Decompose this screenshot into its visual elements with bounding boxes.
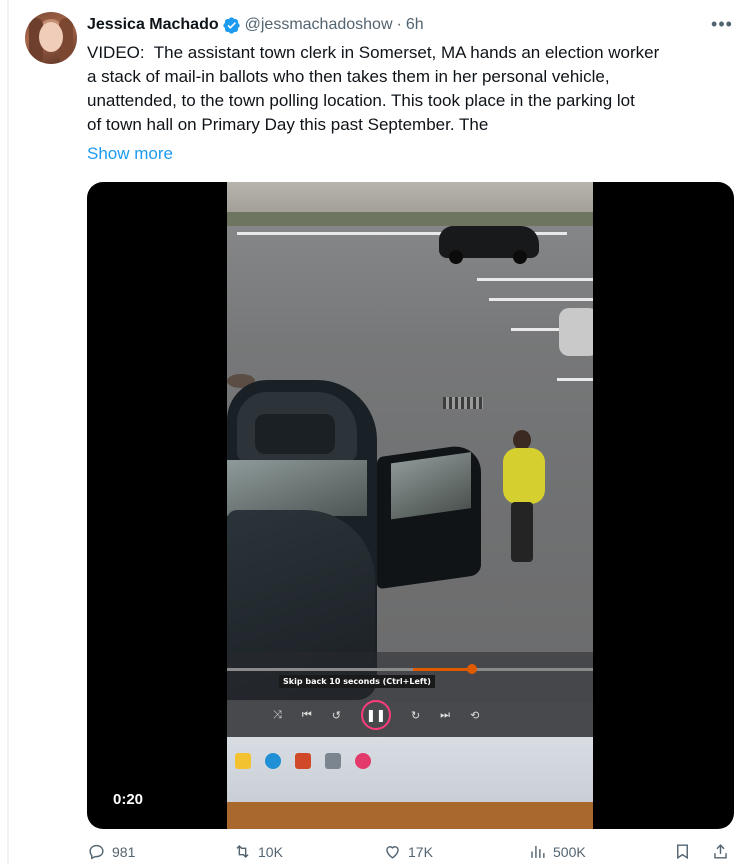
bookmark-icon bbox=[677, 844, 688, 860]
video-frame: Skip back 10 seconds (Ctrl+Left) ⤨ ⏮ ↺ ❚… bbox=[227, 182, 593, 829]
like-button[interactable]: 17K bbox=[383, 842, 433, 861]
repost-button[interactable]: 10K bbox=[233, 842, 283, 861]
views-icon bbox=[531, 845, 545, 858]
shuffle-icon: ⤨ bbox=[273, 708, 282, 721]
post-time[interactable]: 6h bbox=[406, 16, 424, 34]
repost-count: 10K bbox=[258, 843, 283, 860]
video-player[interactable]: Skip back 10 seconds (Ctrl+Left) ⤨ ⏮ ↺ ❚… bbox=[87, 182, 734, 829]
show-more-link[interactable]: Show more bbox=[87, 142, 173, 166]
repeat-icon: ⟲ bbox=[470, 709, 480, 722]
views-count: 500K bbox=[553, 843, 586, 860]
previous-icon: ⏮ bbox=[301, 708, 312, 721]
parking-lot-scene bbox=[227, 182, 593, 702]
pause-icon: ❚❚ bbox=[360, 700, 391, 730]
share-button[interactable] bbox=[711, 842, 730, 861]
reply-count: 981 bbox=[112, 843, 136, 860]
storm-drain bbox=[443, 397, 483, 409]
next-icon: ⏭ bbox=[440, 708, 451, 721]
player-tooltip: Skip back 10 seconds (Ctrl+Left) bbox=[279, 675, 435, 688]
skip-back-icon: ↺ bbox=[331, 709, 341, 722]
reply-icon bbox=[89, 844, 104, 860]
like-count: 17K bbox=[408, 843, 433, 860]
video-timestamp: 0:20 bbox=[113, 791, 144, 808]
election-worker bbox=[499, 430, 547, 570]
skip-forward-icon: ↻ bbox=[410, 709, 421, 722]
tweet-header: Jessica Machado @jessmachadoshow · 6h bbox=[87, 14, 424, 36]
author-handle[interactable]: @jessmachadoshow bbox=[245, 16, 393, 34]
parked-car bbox=[439, 226, 539, 264]
repost-icon bbox=[236, 844, 249, 859]
verified-badge-icon bbox=[223, 16, 240, 34]
avatar[interactable] bbox=[25, 12, 77, 64]
tweet-text: VIDEO: The assistant town clerk in Somer… bbox=[87, 43, 660, 134]
desk-surface bbox=[227, 802, 593, 829]
player-controls: ⤨ ⏮ ↺ ❚❚ ↻ ⏭ ⟲ bbox=[273, 700, 553, 730]
tweet-actions: 981 10K 17K 500K bbox=[87, 842, 737, 864]
reply-button[interactable]: 981 bbox=[87, 842, 135, 861]
views-button[interactable]: 500K bbox=[528, 842, 586, 861]
separator-dot: · bbox=[396, 16, 402, 33]
share-icon bbox=[714, 844, 727, 859]
more-options-icon[interactable]: ••• bbox=[711, 14, 733, 34]
author-name[interactable]: Jessica Machado bbox=[87, 16, 219, 34]
like-icon bbox=[386, 846, 399, 859]
bookmark-button[interactable] bbox=[673, 842, 692, 861]
player-progress-bar bbox=[227, 664, 593, 674]
thread-line bbox=[7, 0, 9, 864]
